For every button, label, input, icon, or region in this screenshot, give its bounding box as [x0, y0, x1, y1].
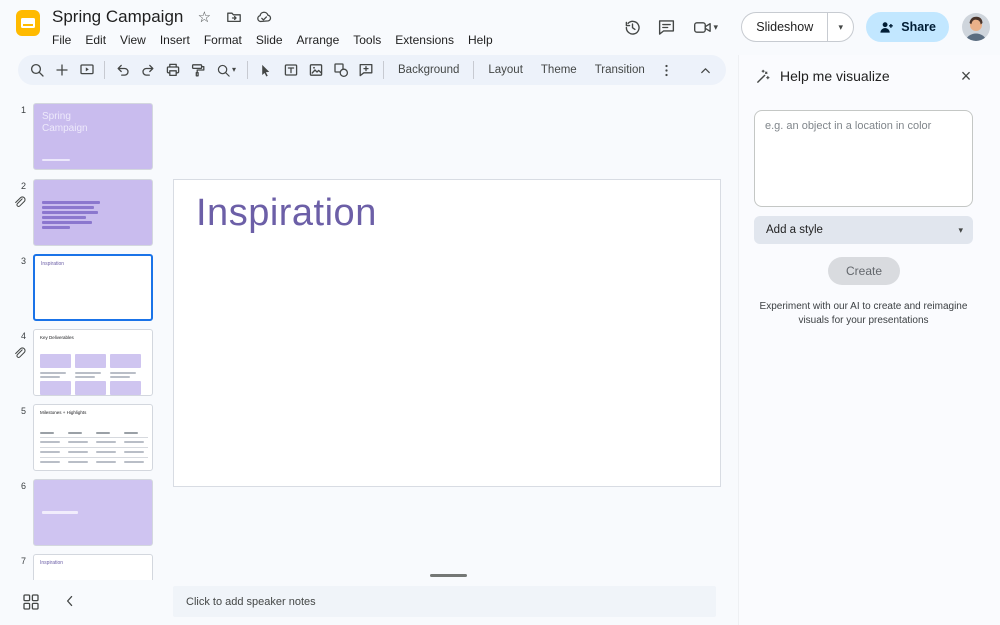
- person-add-icon: [879, 20, 894, 35]
- magic-wand-icon: [755, 68, 772, 85]
- background-button[interactable]: Background: [389, 59, 468, 81]
- thumb-title: Inspiration: [41, 261, 64, 267]
- google-slides-app: Spring Campaign ☆ File Edit: [0, 0, 1000, 625]
- notes-resize-handle[interactable]: [430, 574, 467, 577]
- new-slide-plus-icon[interactable]: [49, 57, 74, 83]
- panel-hint-text: Experiment with our AI to create and rei…: [754, 300, 973, 327]
- menu-bar: File Edit View Insert Format Slide Arran…: [45, 31, 500, 49]
- menu-edit[interactable]: Edit: [78, 31, 113, 49]
- header: Spring Campaign ☆ File Edit: [0, 0, 1000, 55]
- thumb-title: Key Deliverables: [40, 335, 74, 340]
- meet-camera-icon[interactable]: ▾: [683, 18, 727, 37]
- thumb-subtitle-bar: [42, 159, 70, 161]
- visualize-prompt-input[interactable]: [754, 110, 973, 207]
- slides-logo[interactable]: [14, 9, 42, 37]
- toolbar-divider: [383, 61, 384, 79]
- insert-shape-icon[interactable]: [328, 57, 353, 83]
- toolbar-divider: [247, 61, 248, 79]
- hide-menus-chevron-icon[interactable]: [693, 57, 718, 83]
- menu-tools[interactable]: Tools: [346, 31, 388, 49]
- insert-comment-icon[interactable]: [353, 57, 378, 83]
- insert-image-icon[interactable]: [303, 57, 328, 83]
- thumb-title: Spring Campaign: [42, 111, 100, 134]
- collapse-filmstrip-chevron-icon[interactable]: [62, 593, 78, 609]
- star-icon[interactable]: ☆: [195, 8, 213, 26]
- document-title[interactable]: Spring Campaign: [52, 7, 183, 27]
- create-button[interactable]: Create: [828, 257, 900, 285]
- thumb-title: Inspiration: [40, 560, 63, 566]
- share-button[interactable]: Share: [866, 12, 949, 42]
- slide-thumbnail-5[interactable]: Milestones + Highlights: [33, 404, 153, 471]
- slide-number: 3: [10, 256, 26, 266]
- grid-view-icon[interactable]: [22, 593, 40, 611]
- text-box-icon[interactable]: [278, 57, 303, 83]
- slideshow-caret-button[interactable]: ▾: [827, 12, 854, 42]
- version-history-icon[interactable]: [615, 12, 649, 42]
- theme-button[interactable]: Theme: [532, 59, 586, 81]
- speaker-notes-area[interactable]: Click to add speaker notes: [173, 586, 716, 617]
- slide-thumbnail-1[interactable]: Spring Campaign: [33, 103, 153, 170]
- menu-slide[interactable]: Slide: [249, 31, 290, 49]
- undo-icon[interactable]: [110, 57, 135, 83]
- avatar[interactable]: [962, 13, 990, 41]
- paint-format-icon[interactable]: [185, 57, 210, 83]
- slide-number: 6: [10, 481, 26, 491]
- toolbar: ▾: [18, 55, 726, 85]
- select-cursor-icon[interactable]: [253, 57, 278, 83]
- slide-number: 5: [10, 406, 26, 416]
- slide-thumbnail-3-selected[interactable]: Inspiration: [33, 254, 153, 321]
- menu-arrange[interactable]: Arrange: [290, 31, 347, 49]
- help-me-visualize-panel: Help me visualize × Add a style ▾ Create…: [738, 55, 1000, 625]
- menu-file[interactable]: File: [45, 31, 78, 49]
- slide-number: 2: [10, 181, 26, 191]
- camera-caret-icon: ▾: [714, 23, 719, 32]
- toolbar-divider: [473, 61, 474, 79]
- thumb-title: Milestones + Highlights: [40, 410, 86, 415]
- slide-canvas[interactable]: Inspiration: [173, 179, 721, 487]
- print-icon[interactable]: [160, 57, 185, 83]
- paperclip-icon: [12, 195, 26, 209]
- menu-format[interactable]: Format: [197, 31, 249, 49]
- more-options-icon[interactable]: [654, 57, 679, 83]
- present-icon[interactable]: [74, 57, 99, 83]
- add-style-dropdown[interactable]: Add a style ▾: [754, 216, 973, 244]
- zoom-select-icon[interactable]: ▾: [210, 57, 242, 83]
- move-folder-icon[interactable]: [225, 8, 243, 26]
- panel-title: Help me visualize: [780, 68, 955, 84]
- speaker-notes-placeholder: Click to add speaker notes: [186, 596, 316, 608]
- menu-help[interactable]: Help: [461, 31, 500, 49]
- slide-title-text[interactable]: Inspiration: [196, 192, 377, 235]
- header-actions: ▾ Slideshow ▾ Share: [615, 12, 990, 42]
- menu-view[interactable]: View: [113, 31, 153, 49]
- title-block: Spring Campaign ☆ File Edit: [52, 6, 500, 49]
- slide-thumbnail-7[interactable]: Inspiration: [33, 554, 153, 580]
- filmstrip: 1 Spring Campaign 2 3 Inspiration 4: [0, 98, 166, 580]
- slide-thumbnail-6[interactable]: [33, 479, 153, 546]
- transition-button[interactable]: Transition: [586, 59, 654, 81]
- toolbar-divider: [104, 61, 105, 79]
- comments-icon[interactable]: [649, 12, 683, 42]
- slide-number: 1: [10, 105, 26, 115]
- add-style-label: Add a style: [766, 224, 958, 236]
- slideshow-button[interactable]: Slideshow: [741, 12, 827, 42]
- redo-icon[interactable]: [135, 57, 160, 83]
- slide-thumbnail-2[interactable]: [33, 179, 153, 246]
- layout-button[interactable]: Layout: [479, 59, 532, 81]
- slide-number: 4: [10, 331, 26, 341]
- close-panel-icon[interactable]: ×: [955, 65, 977, 87]
- cloud-saved-icon[interactable]: [255, 8, 273, 26]
- slide-thumbnail-4[interactable]: Key Deliverables: [33, 329, 153, 396]
- paperclip-icon: [12, 346, 26, 360]
- slide-number: 7: [10, 556, 26, 566]
- menu-insert[interactable]: Insert: [153, 31, 197, 49]
- share-label: Share: [901, 20, 936, 34]
- search-menus-icon[interactable]: [24, 57, 49, 83]
- zoom-caret-icon: ▾: [232, 66, 236, 74]
- dropdown-caret-icon: ▾: [958, 226, 963, 235]
- slideshow-split-button: Slideshow ▾: [741, 12, 854, 42]
- menu-extensions[interactable]: Extensions: [388, 31, 461, 49]
